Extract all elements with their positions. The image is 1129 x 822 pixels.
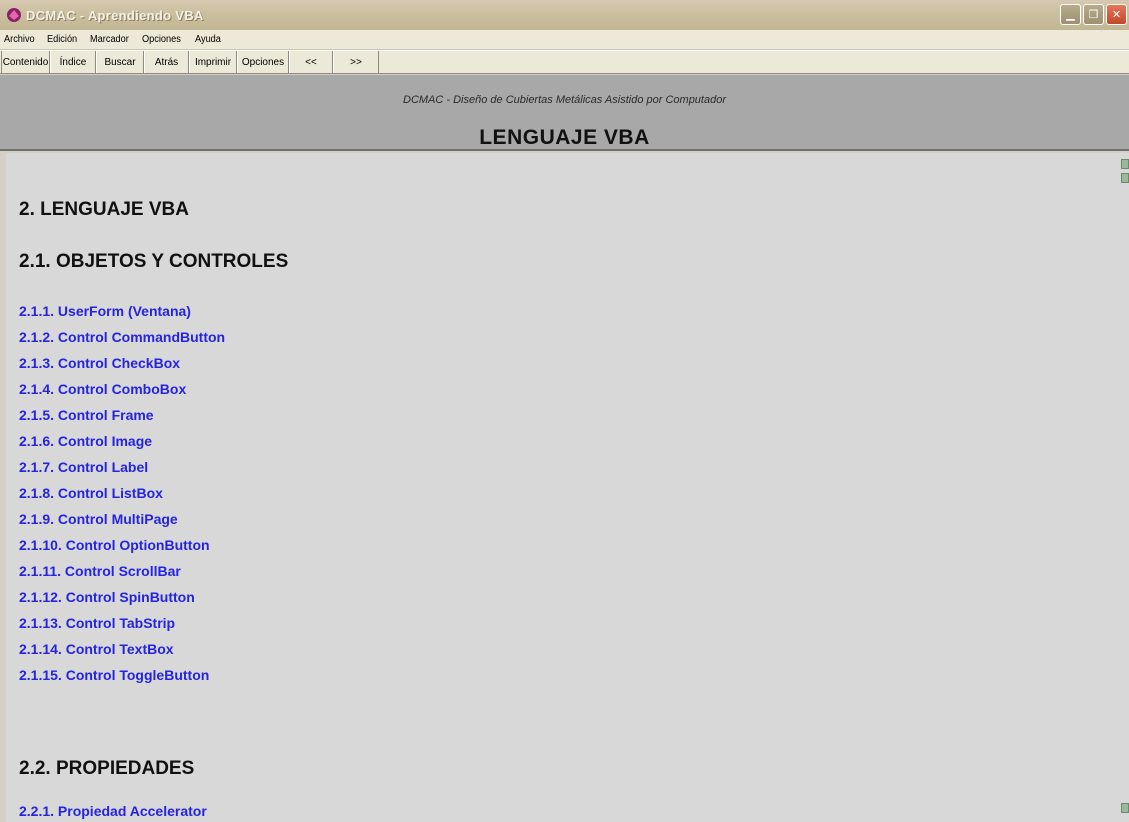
toc-link[interactable]: 2.1.14. Control TextBox	[19, 641, 174, 657]
title-bar: DCMAC - Aprendiendo VBA ▁ ❐ ✕	[0, 0, 1129, 30]
toc-link[interactable]: 2.1.5. Control Frame	[19, 407, 154, 423]
toc-link[interactable]: 2.1.10. Control OptionButton	[19, 537, 210, 553]
toc-link[interactable]: 2.1.11. Control ScrollBar	[19, 563, 181, 579]
app-icon	[7, 8, 21, 22]
subsection-heading-propiedades: 2.2. PROPIEDADES	[19, 758, 195, 779]
toc-link[interactable]: 2.1.7. Control Label	[19, 459, 148, 475]
toc-link[interactable]: 2.1.9. Control MultiPage	[19, 511, 178, 527]
toc-link[interactable]: 2.1.13. Control TabStrip	[19, 615, 175, 631]
minimize-button[interactable]: ▁	[1060, 4, 1081, 25]
toc-link[interactable]: 2.1.15. Control ToggleButton	[19, 667, 209, 683]
toc-link[interactable]: 2.1.2. Control CommandButton	[19, 329, 225, 345]
toolbar: Contenido Índice Buscar Atrás Imprimir O…	[0, 50, 1129, 74]
menu-opciones[interactable]: Opciones	[142, 34, 181, 45]
atras-button[interactable]: Atrás	[144, 51, 189, 73]
header-subtitle: DCMAC - Diseño de Cubiertas Metálicas As…	[403, 94, 726, 106]
scroll-thumb[interactable]	[1121, 173, 1129, 183]
maximize-button[interactable]: ❐	[1083, 4, 1104, 25]
page-title: LENGUAJE VBA	[479, 126, 650, 149]
menu-marcador[interactable]: Marcador	[90, 34, 129, 45]
imprimir-button[interactable]: Imprimir	[189, 51, 237, 73]
toc-link[interactable]: 2.1.4. Control ComboBox	[19, 381, 186, 397]
browse-forward-button[interactable]: >>	[333, 51, 379, 73]
scroll-down-arrow-icon[interactable]	[1121, 803, 1129, 813]
buscar-button[interactable]: Buscar	[96, 51, 144, 73]
scrollbar[interactable]	[1119, 153, 1129, 822]
menu-archivo[interactable]: Archivo	[4, 34, 35, 45]
toc-link[interactable]: 2.1.3. Control CheckBox	[19, 355, 180, 371]
indice-button[interactable]: Índice	[50, 51, 96, 73]
browse-back-button[interactable]: <<	[289, 51, 333, 73]
toc-link[interactable]: 2.1.12. Control SpinButton	[19, 589, 195, 605]
toc-link[interactable]: 2.1.6. Control Image	[19, 433, 152, 449]
page-header: DCMAC - Diseño de Cubiertas Metálicas As…	[0, 75, 1129, 151]
toc-link[interactable]: 2.1.8. Control ListBox	[19, 485, 163, 501]
opciones-button[interactable]: Opciones	[237, 51, 289, 73]
toc-link[interactable]: 2.2.1. Propiedad Accelerator	[19, 803, 207, 819]
subsection-heading-objetos: 2.1. OBJETOS Y CONTROLES	[19, 251, 289, 272]
menu-ayuda[interactable]: Ayuda	[195, 34, 221, 45]
toc-link[interactable]: 2.1.1. UserForm (Ventana)	[19, 303, 191, 319]
section-heading: 2. LENGUAJE VBA	[19, 199, 189, 220]
window-title: DCMAC - Aprendiendo VBA	[26, 7, 204, 23]
scroll-up-arrow-icon[interactable]	[1121, 159, 1129, 169]
menu-edicion[interactable]: Edición	[47, 34, 77, 45]
content-area: 2. LENGUAJE VBA 2.1. OBJETOS Y CONTROLES…	[6, 153, 1119, 822]
close-button[interactable]: ✕	[1106, 4, 1127, 25]
menu-bar: Archivo Edición Marcador Opciones Ayuda	[0, 30, 1129, 50]
contenido-button[interactable]: Contenido	[1, 51, 50, 73]
